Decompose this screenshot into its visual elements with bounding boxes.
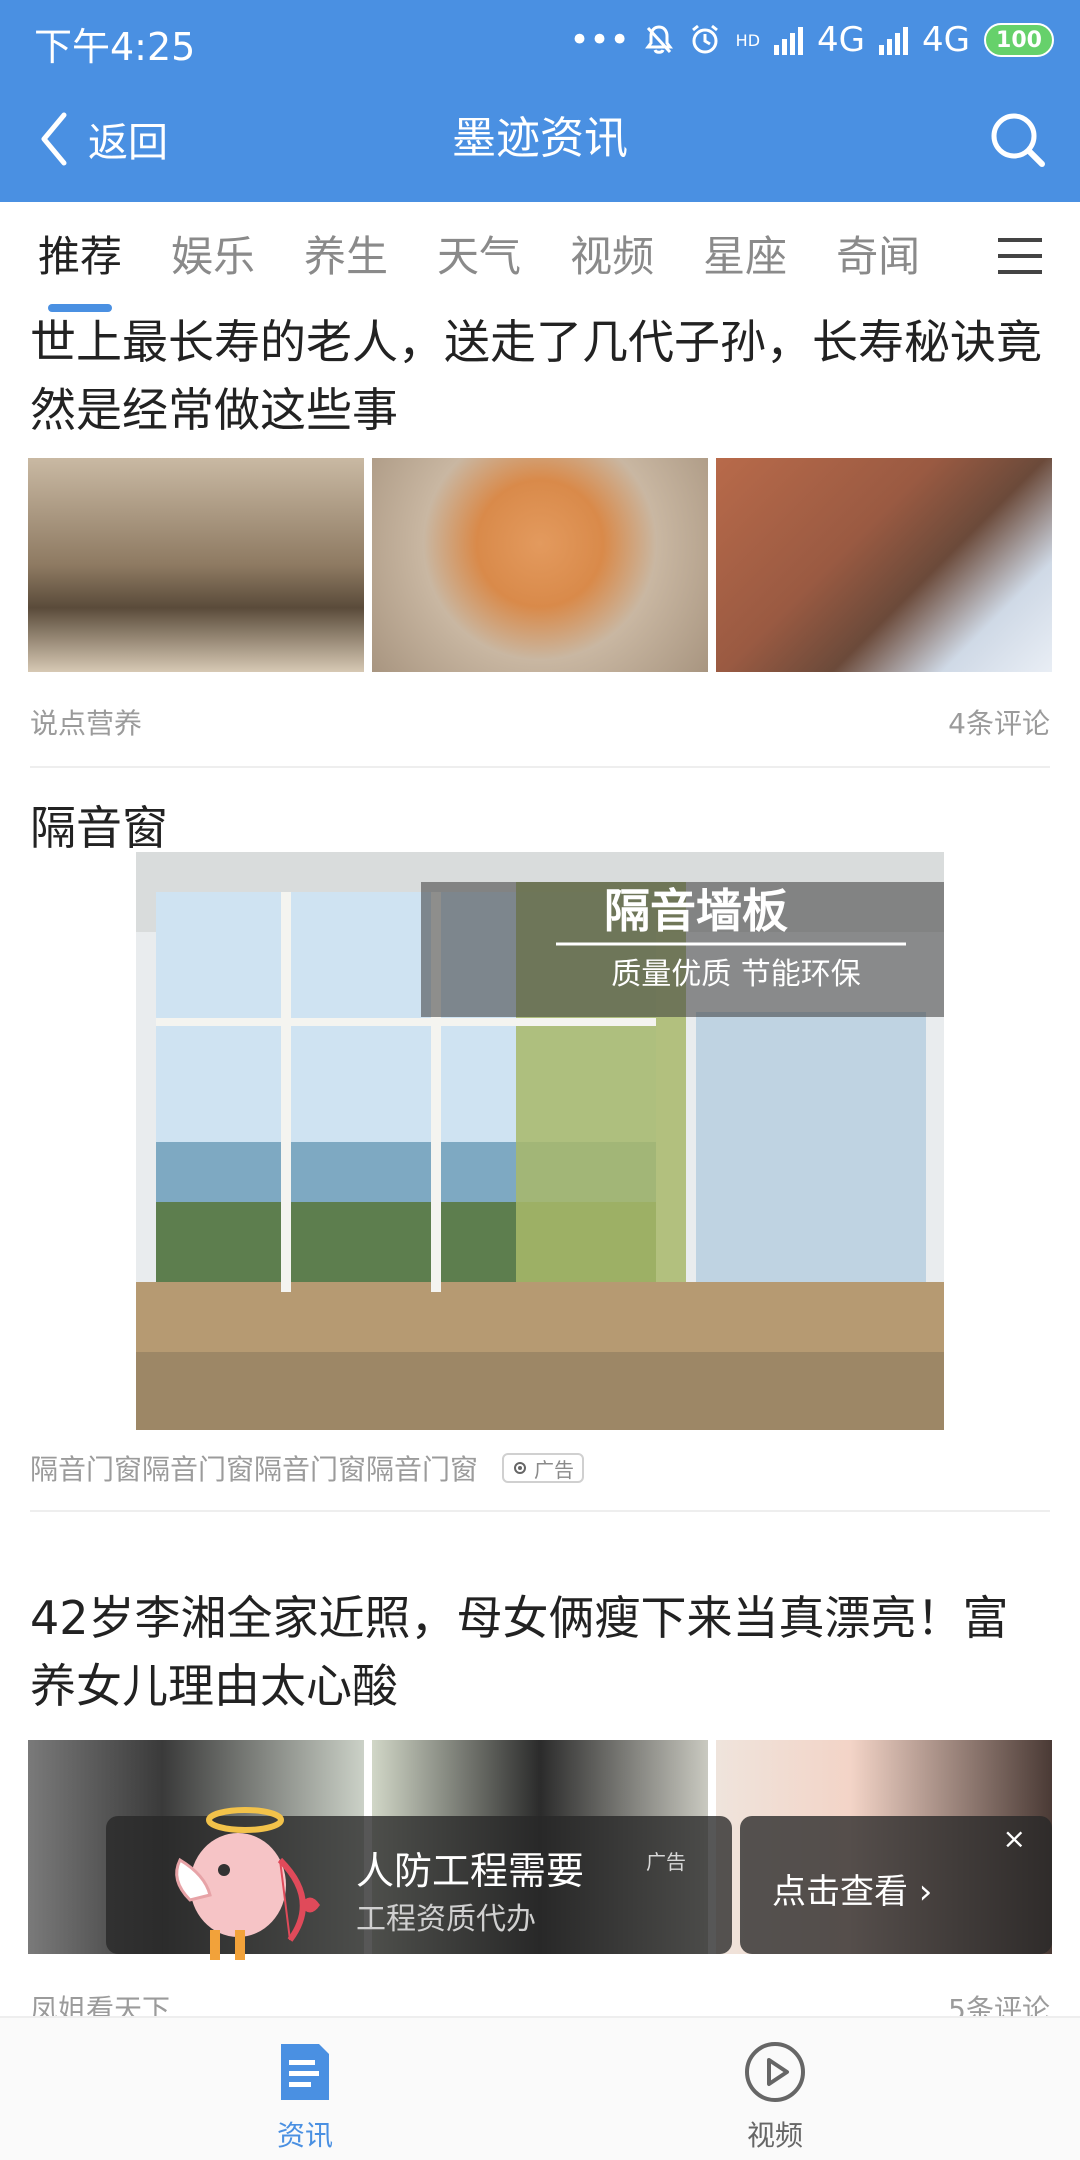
bottom-nav-news-label: 资讯 (276, 2119, 333, 2152)
article-meta: 凤姐看天下 5条评论 (30, 1988, 1050, 2016)
ad-overlay-title: 隔音墙板 (604, 884, 788, 938)
network-label-1: 4G (817, 20, 866, 60)
bottom-nav: 资讯 视频 (0, 2016, 1080, 2160)
popup-ad-badge: 广告 (646, 1850, 686, 1874)
article-source: 凤姐看天下 (30, 1993, 171, 2016)
ad-title[interactable]: 隔音窗 (30, 792, 168, 858)
divider (30, 1510, 1050, 1512)
status-icons: ••• HD 4G 4G 100 (569, 18, 1054, 62)
tab-curiosities[interactable]: 奇闻 (836, 202, 920, 312)
tab-recommend[interactable]: 推荐 (38, 202, 122, 312)
network-label-2: 4G (922, 20, 970, 60)
list-item[interactable]: 世上最长寿的老人，送走了几代子孙，长寿秘诀竟然是经常做这些事 说点营养 4条评论 (0, 312, 1080, 772)
search-icon (991, 113, 1045, 167)
back-label: 返回 (88, 120, 168, 166)
back-button[interactable]: 返回 (36, 104, 168, 174)
top-header: 下午4:25 ••• HD 4G 4G 100 返回 墨迹资讯 (0, 0, 1080, 202)
tab-entertainment[interactable]: 娱乐 (171, 202, 255, 312)
app-bar: 返回 墨迹资讯 (0, 78, 1080, 202)
popup-cta-label: 点击查看 › (772, 1872, 933, 1912)
article-thumbnails (28, 458, 1052, 672)
bottom-nav-video[interactable]: 视频 (675, 2040, 875, 2154)
popup-ad-title: 人防工程需要 (356, 1849, 585, 1893)
status-time: 下午4:25 (34, 25, 196, 69)
article-headline[interactable]: 42岁李湘全家近照，母女俩瘦下来当真漂亮！富养女儿理由太心酸 (30, 1584, 1050, 1720)
bottom-nav-video-label: 视频 (746, 2119, 803, 2152)
hd-label: HD (735, 30, 761, 50)
chevron-left-icon (41, 112, 67, 166)
signal-icon (774, 25, 804, 55)
alarm-icon (691, 24, 718, 54)
status-bar: 下午4:25 ••• HD 4G 4G 100 (0, 0, 1080, 78)
category-tabs: 推荐 娱乐 养生 天气 视频 星座 奇闻 (0, 202, 1080, 312)
article-meta: 说点营养 4条评论 (30, 702, 1050, 742)
search-button[interactable] (980, 102, 1054, 176)
ad-image-illustration: 隔音墙板 质量优质 节能环保 (136, 852, 944, 1430)
thumbnail-brain (372, 458, 708, 672)
tab-horoscope[interactable]: 星座 (703, 202, 787, 312)
news-icon (281, 2044, 329, 2100)
article-source: 说点营养 (30, 707, 143, 740)
ad-badge-label: 广告 (534, 1457, 575, 1482)
ad-badge[interactable]: 广告 (502, 1453, 585, 1483)
divider (30, 766, 1050, 768)
more-dots: ••• (569, 20, 630, 60)
tab-health[interactable]: 养生 (304, 202, 388, 312)
ad-meta: 隔音门窗隔音门窗隔音门窗隔音门窗 广告 (30, 1448, 585, 1488)
article-comments[interactable]: 4条评论 (948, 702, 1050, 742)
close-icon[interactable]: × (1003, 1822, 1026, 1855)
popup-ad-subtitle: 工程资质代办 (356, 1902, 536, 1937)
article-headline[interactable]: 世上最长寿的老人，送走了几代子孙，长寿秘诀竟然是经常做这些事 (30, 312, 1050, 444)
signal-icon (879, 25, 909, 55)
article-comments[interactable]: 5条评论 (948, 1988, 1050, 2016)
ad-logo-icon (514, 1462, 527, 1474)
menu-icon[interactable] (998, 238, 1042, 276)
popup-cta[interactable]: 点击查看 › × (740, 1816, 1052, 1954)
ad-image[interactable]: 隔音墙板 质量优质 节能环保 (136, 852, 944, 1430)
ad-overlay-subtitle: 质量优质 节能环保 (611, 957, 861, 992)
thumbnail-elderly-woman (28, 458, 364, 672)
thumbnail-elderly-man (716, 458, 1052, 672)
tab-video[interactable]: 视频 (570, 202, 654, 312)
bell-off-icon (644, 25, 673, 54)
battery-indicator: 100 (984, 23, 1054, 57)
play-icon (745, 2042, 805, 2102)
cupid-icon (175, 1807, 320, 1960)
bottom-nav-news[interactable]: 资讯 (205, 2040, 405, 2154)
tab-weather[interactable]: 天气 (437, 202, 521, 312)
news-feed[interactable]: 世上最长寿的老人，送走了几代子孙，长寿秘诀竟然是经常做这些事 说点营养 4条评论… (0, 312, 1080, 2016)
ad-source: 隔音门窗隔音门窗隔音门窗隔音门窗 (30, 1453, 479, 1486)
